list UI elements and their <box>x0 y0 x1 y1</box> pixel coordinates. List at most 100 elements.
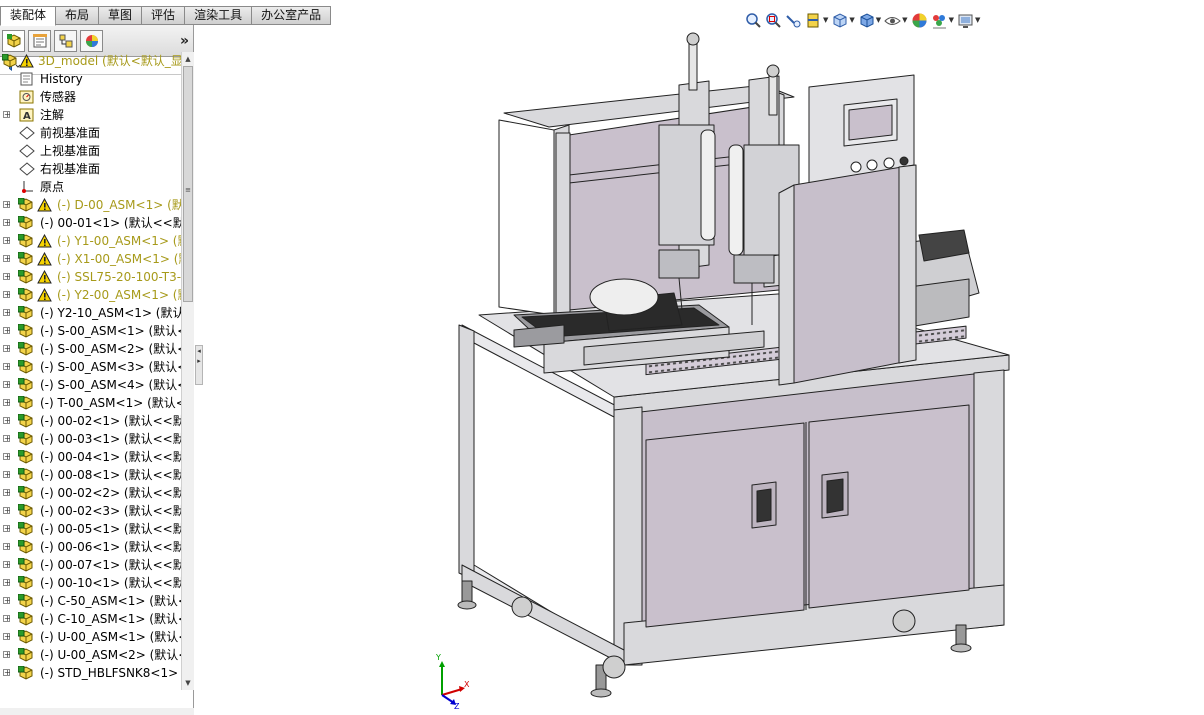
expand-icon[interactable]: + <box>3 417 11 425</box>
expand-icon[interactable]: + <box>3 327 11 335</box>
tree-item[interactable]: + (-) S-00_ASM<1> (默认< <box>0 322 181 340</box>
tree-item[interactable]: + (-) 00-03<1> (默认<<默 <box>0 430 181 448</box>
expand-icon[interactable]: + <box>3 399 11 407</box>
tree-item[interactable]: + (-) 00-08<1> (默认<<默 <box>0 466 181 484</box>
assembly-icon <box>17 629 34 644</box>
tree-vertical-scrollbar[interactable]: ▲ ≡ ▼ <box>181 52 194 690</box>
tree-item[interactable]: + (-) 00-06<1> (默认<<默 <box>0 538 181 556</box>
tree-item[interactable]: + (-) X1-00_ASM<1> (默 <box>0 250 181 268</box>
tree-horizontal-scrollbar[interactable] <box>0 708 194 715</box>
tree-item[interactable]: + (-) 00-02<2> (默认<<默 <box>0 484 181 502</box>
assembly-model-3d[interactable] <box>204 25 1204 715</box>
tree-item[interactable]: + (-) 00-05<1> (默认<<默 <box>0 520 181 538</box>
dropdown-arrow-icon[interactable]: ▼ <box>823 16 828 24</box>
dropdown-arrow-icon[interactable]: ▼ <box>876 16 881 24</box>
tree-item[interactable]: + (-) Y2-10_ASM<1> (默认 <box>0 304 181 322</box>
tree-item[interactable]: + (-) Y1-00_ASM<1> (默 <box>0 232 181 250</box>
expand-icon[interactable]: + <box>3 651 11 659</box>
tree-item-label: (-) SSL75-20-100-T3-I <box>57 270 181 284</box>
tree-item[interactable]: + A 注解 <box>0 106 181 124</box>
tree-item[interactable]: + (-) T-00_ASM<1> (默认< <box>0 394 181 412</box>
tree-item[interactable]: + (-) 00-02<3> (默认<<默 <box>0 502 181 520</box>
tree-item[interactable]: 右视基准面 <box>0 160 181 178</box>
configurationmanager-icon <box>59 34 72 47</box>
expand-icon[interactable]: + <box>3 201 11 209</box>
featuremanager-tab[interactable] <box>2 29 25 52</box>
assembly-icon <box>17 431 34 446</box>
graphics-area[interactable]: Y X Z <box>204 25 1204 715</box>
tree-item-label: (-) 00-08<1> (默认<<默 <box>40 468 181 482</box>
expand-icon[interactable]: + <box>3 237 11 245</box>
tree-item[interactable]: 传感器 <box>0 88 181 106</box>
scroll-up-icon[interactable]: ▲ <box>183 53 193 65</box>
configurationmanager-tab[interactable] <box>54 29 77 52</box>
tree-item[interactable]: 上视基准面 <box>0 142 181 160</box>
expand-icon[interactable]: + <box>3 471 11 479</box>
tree-item[interactable]: + (-) C-50_ASM<1> (默认< <box>0 592 181 610</box>
expand-icon[interactable]: + <box>3 525 11 533</box>
tab-3[interactable]: 评估 <box>142 6 186 25</box>
tree-item-label: (-) U-00_ASM<2> (默认< <box>40 648 181 662</box>
tree-item[interactable]: + (-) 00-01<1> (默认<<默 <box>0 214 181 232</box>
tree-item[interactable]: + (-) C-10_ASM<1> (默认< <box>0 610 181 628</box>
tree-root[interactable]: 3D_model (默认<默认_显 <box>0 52 181 70</box>
expand-icon[interactable]: + <box>3 291 11 299</box>
expand-icon[interactable]: + <box>3 633 11 641</box>
expand-icon[interactable]: + <box>3 381 11 389</box>
dropdown-arrow-icon[interactable]: ▼ <box>949 16 954 24</box>
tree-item[interactable]: 前视基准面 <box>0 124 181 142</box>
expand-icon[interactable]: + <box>3 597 11 605</box>
tab-5[interactable]: 办公室产品 <box>252 6 332 25</box>
dropdown-arrow-icon[interactable]: ▼ <box>975 16 980 24</box>
tree-item[interactable]: + (-) S-00_ASM<4> (默认< <box>0 376 181 394</box>
expand-icon[interactable]: + <box>3 345 11 353</box>
dropdown-arrow-icon[interactable]: ▼ <box>902 16 907 24</box>
expand-icon[interactable]: + <box>3 273 11 281</box>
scroll-down-icon[interactable]: ▼ <box>183 677 193 689</box>
assembly-icon <box>17 287 34 302</box>
tab-4[interactable]: 渲染工具 <box>185 6 253 25</box>
tree-item[interactable]: + (-) 00-10<1> (默认<<默 <box>0 574 181 592</box>
tab-1[interactable]: 布局 <box>56 6 100 25</box>
expand-icon[interactable]: + <box>3 561 11 569</box>
dropdown-arrow-icon[interactable]: ▼ <box>849 16 854 24</box>
tree-item[interactable]: + (-) 00-04<1> (默认<<默 <box>0 448 181 466</box>
assembly-icon <box>17 341 34 356</box>
tree-item[interactable]: + (-) U-00_ASM<2> (默认< <box>0 646 181 664</box>
expand-icon[interactable]: + <box>3 579 11 587</box>
displaymanager-tab[interactable] <box>80 29 103 52</box>
expand-icon[interactable]: + <box>3 543 11 551</box>
panel-splitter-handle[interactable]: ◂ ▸ <box>195 345 203 385</box>
tree-item[interactable]: + (-) 00-02<1> (默认<<默 <box>0 412 181 430</box>
expand-icon[interactable]: + <box>3 489 11 497</box>
tree-item[interactable]: + (-) S-00_ASM<3> (默认< <box>0 358 181 376</box>
warning-icon <box>37 251 52 266</box>
expand-icon[interactable]: + <box>3 309 11 317</box>
expand-icon[interactable]: + <box>3 111 11 119</box>
tree-item[interactable]: + (-) Y2-00_ASM<1> (默 <box>0 286 181 304</box>
expand-icon[interactable]: + <box>3 615 11 623</box>
tree-item-label: (-) Y1-00_ASM<1> (默 <box>57 234 181 248</box>
expand-icon[interactable]: + <box>3 507 11 515</box>
displaymanager-icon <box>85 34 98 47</box>
tree-item[interactable]: 原点 <box>0 178 181 196</box>
expand-icon[interactable]: + <box>3 363 11 371</box>
tree-item[interactable]: + (-) 00-07<1> (默认<<默 <box>0 556 181 574</box>
tree-item[interactable]: + (-) S-00_ASM<2> (默认< <box>0 340 181 358</box>
expand-icon[interactable]: + <box>3 435 11 443</box>
tab-2[interactable]: 草图 <box>99 6 143 25</box>
expand-icon[interactable]: + <box>3 255 11 263</box>
tab-0[interactable]: 装配体 <box>0 6 57 26</box>
propertymanager-tab[interactable] <box>28 29 51 52</box>
tree-item[interactable]: + (-) SSL75-20-100-T3-I <box>0 268 181 286</box>
tree-item-label: 右视基准面 <box>40 162 101 176</box>
featuremanager-icon <box>6 33 20 48</box>
expand-icon[interactable]: + <box>3 219 11 227</box>
tree-item[interactable]: History <box>0 70 181 88</box>
tree-item[interactable]: + (-) D-00_ASM<1> (默 <box>0 196 181 214</box>
expand-panel-icon[interactable]: » <box>180 33 189 49</box>
tree-item[interactable]: + (-) STD_HBLFSNK8<1> ( <box>0 664 181 682</box>
tree-item[interactable]: + (-) U-00_ASM<1> (默认< <box>0 628 181 646</box>
expand-icon[interactable]: + <box>3 669 11 677</box>
expand-icon[interactable]: + <box>3 453 11 461</box>
